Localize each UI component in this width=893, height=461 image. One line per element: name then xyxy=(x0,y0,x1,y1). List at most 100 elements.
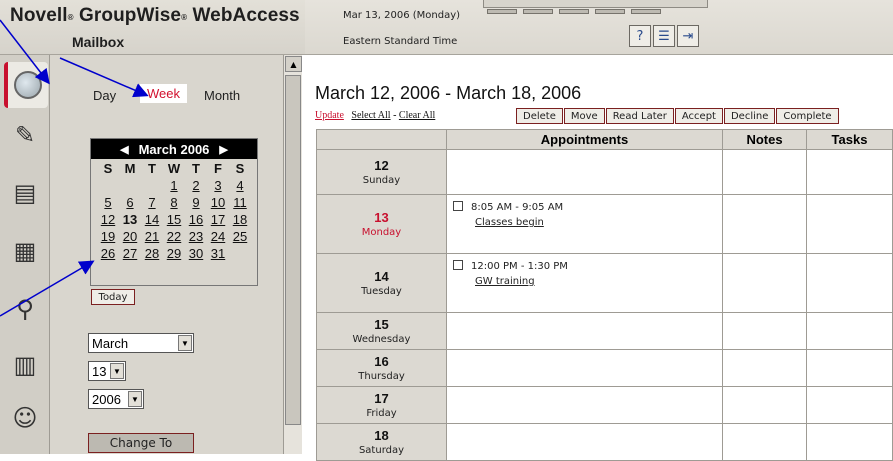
mini-calendar-day[interactable]: 22 xyxy=(163,229,185,246)
appointments-cell[interactable]: 8:05 AM - 9:05 AM Classes begin xyxy=(447,195,723,254)
prev-month-icon[interactable]: ◀ xyxy=(120,143,128,156)
tasks-cell[interactable] xyxy=(807,350,893,387)
mini-calendar-day[interactable]: 11 xyxy=(229,195,251,212)
day-cell[interactable]: 13 Monday xyxy=(316,195,447,254)
decline-button[interactable]: Decline xyxy=(723,108,776,124)
tab-day[interactable]: Day xyxy=(93,88,116,103)
appointments-cell[interactable] xyxy=(447,313,723,350)
month-select[interactable]: March ▼ xyxy=(88,333,194,353)
notes-cell[interactable] xyxy=(723,387,807,424)
notes-cell[interactable] xyxy=(723,150,807,195)
appointments-cell[interactable] xyxy=(447,387,723,424)
tasks-cell[interactable] xyxy=(807,387,893,424)
appointment-subject-link[interactable]: Classes begin xyxy=(475,217,716,228)
mini-calendar-day[interactable]: 28 xyxy=(141,246,163,263)
mini-calendar-day[interactable]: 16 xyxy=(185,212,207,229)
scroll-up-icon[interactable]: ▲ xyxy=(285,56,302,72)
notes-cell[interactable] xyxy=(723,195,807,254)
mini-calendar-day[interactable]: 29 xyxy=(163,246,185,263)
next-month-icon[interactable]: ▶ xyxy=(219,143,227,156)
appointments-cell[interactable] xyxy=(447,350,723,387)
appointment-checkbox[interactable] xyxy=(453,201,463,211)
mini-calendar-day[interactable]: 1 xyxy=(163,178,185,195)
exit-icon[interactable]: ⇥ xyxy=(677,25,699,47)
notes-cell[interactable] xyxy=(723,350,807,387)
mini-calendar-day[interactable]: 25 xyxy=(229,229,251,246)
tasks-cell[interactable] xyxy=(807,313,893,350)
day-select[interactable]: 13 ▼ xyxy=(88,361,126,381)
weekday-label: W xyxy=(167,161,181,176)
tasks-cell[interactable] xyxy=(807,424,893,461)
library-icon[interactable]: ▥ xyxy=(7,347,43,383)
read-later-button[interactable]: Read Later xyxy=(605,108,674,124)
delete-button[interactable]: Delete xyxy=(516,108,563,124)
notes-cell[interactable] xyxy=(723,313,807,350)
mini-calendar-day[interactable]: 3 xyxy=(207,178,229,195)
app-title: Novell® GroupWise® WebAccess xyxy=(10,5,300,26)
mini-calendar-day[interactable]: 6 xyxy=(119,195,141,212)
tasks-cell[interactable] xyxy=(807,150,893,195)
appointment-checkbox[interactable] xyxy=(453,260,463,270)
tab-month[interactable]: Month xyxy=(204,88,240,103)
tasks-cell[interactable] xyxy=(807,195,893,254)
mini-calendar-day[interactable]: 19 xyxy=(97,229,119,246)
mini-calendar-day[interactable]: 10 xyxy=(207,195,229,212)
mini-calendar-day[interactable]: 13 xyxy=(119,212,141,229)
mini-calendar-day[interactable]: 21 xyxy=(141,229,163,246)
mini-calendar-day[interactable]: 2 xyxy=(185,178,207,195)
calendar-globe-icon[interactable] xyxy=(4,62,48,108)
search-icon[interactable]: ⚲ xyxy=(7,291,43,327)
appointments-cell[interactable]: 12:00 PM - 1:30 PM GW training xyxy=(447,254,723,313)
nav-scrollbar[interactable]: ▲ xyxy=(283,55,302,454)
mini-calendar-day[interactable]: 9 xyxy=(185,195,207,212)
update-link[interactable]: Update xyxy=(315,110,344,121)
notes-cell[interactable] xyxy=(723,254,807,313)
mini-calendar-day[interactable]: 18 xyxy=(229,212,251,229)
mini-calendar-day[interactable]: 17 xyxy=(207,212,229,229)
mini-calendar-day[interactable]: 7 xyxy=(141,195,163,212)
mini-calendar-day[interactable]: 8 xyxy=(163,195,185,212)
change-to-button[interactable]: Change To xyxy=(88,433,194,453)
year-select[interactable]: 2006 ▼ xyxy=(88,389,144,409)
appointments-cell[interactable] xyxy=(447,424,723,461)
day-cell[interactable]: 16 Thursday xyxy=(316,350,447,387)
mini-calendar-day[interactable]: 27 xyxy=(119,246,141,263)
mini-calendar-day[interactable]: 5 xyxy=(97,195,119,212)
notes-cell[interactable] xyxy=(723,424,807,461)
select-all-link[interactable]: Select All xyxy=(351,110,390,121)
day-cell[interactable]: 17 Friday xyxy=(316,387,447,424)
day-cell[interactable]: 12 Sunday xyxy=(316,150,447,195)
mini-calendar-day[interactable]: 4 xyxy=(229,178,251,195)
day-cell[interactable]: 14 Tuesday xyxy=(316,254,447,313)
mini-calendar-day[interactable]: 26 xyxy=(97,246,119,263)
users-icon[interactable]: ☺ xyxy=(7,400,43,436)
tasks-cell[interactable] xyxy=(807,254,893,313)
move-button[interactable]: Move xyxy=(563,108,605,124)
today-button[interactable]: Today xyxy=(91,289,135,305)
tab-week[interactable]: Week xyxy=(140,84,187,103)
top-toolbar-strip xyxy=(483,0,708,14)
mini-calendar-day[interactable]: 12 xyxy=(97,212,119,229)
clear-all-link[interactable]: Clear All xyxy=(399,110,435,121)
mini-calendar-day[interactable]: 14 xyxy=(141,212,163,229)
mini-calendar-day[interactable]: 23 xyxy=(185,229,207,246)
day-cell[interactable]: 15 Wednesday xyxy=(316,313,447,350)
mini-calendar-day[interactable]: 15 xyxy=(163,212,185,229)
tasks-header: Tasks xyxy=(807,130,893,150)
mini-calendar-day[interactable]: 31 xyxy=(207,246,229,263)
day-number: 18 xyxy=(374,428,389,443)
options-icon[interactable]: ☰ xyxy=(653,25,675,47)
help-icon[interactable]: ? xyxy=(629,25,651,47)
appointment-subject-link[interactable]: GW training xyxy=(475,276,716,287)
complete-button[interactable]: Complete xyxy=(776,108,839,124)
mini-calendar-day[interactable]: 24 xyxy=(207,229,229,246)
day-cell[interactable]: 18 Saturday xyxy=(316,424,447,461)
appointments-cell[interactable] xyxy=(447,150,723,195)
mini-calendar-day[interactable]: 20 xyxy=(119,229,141,246)
compose-icon[interactable]: ✎ xyxy=(7,117,43,153)
calendar-grid-icon[interactable]: ▦ xyxy=(7,233,43,269)
mini-calendar-day[interactable]: 30 xyxy=(185,246,207,263)
address-book-icon[interactable]: ▤ xyxy=(7,175,43,211)
scroll-thumb[interactable] xyxy=(285,75,301,425)
accept-button[interactable]: Accept xyxy=(674,108,723,124)
